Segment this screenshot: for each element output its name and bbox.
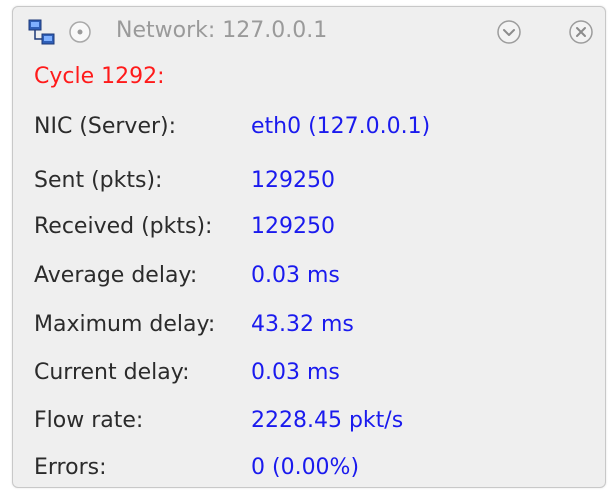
stat-label: Sent (pkts): <box>34 168 163 193</box>
stat-label: NIC (Server): <box>34 114 177 139</box>
stat-row-average-delay: Average delay: 0.03 ms <box>34 263 594 295</box>
stat-label: Flow rate: <box>34 408 144 433</box>
stat-value: eth0 (127.0.0.1) <box>251 114 431 139</box>
close-icon[interactable] <box>568 19 594 45</box>
window-title: Network: 127.0.0.1 <box>116 18 328 43</box>
titlebar: Network: 127.0.0.1 <box>13 7 605 55</box>
stat-row-sent: Sent (pkts): 129250 <box>34 168 594 200</box>
stat-value: 0.03 ms <box>251 263 340 288</box>
stat-value: 0 (0.00%) <box>251 455 360 480</box>
cycle-label: Cycle 1292: <box>34 64 165 89</box>
chevron-down-icon[interactable] <box>496 19 522 45</box>
radio-icon <box>69 21 91 43</box>
stat-label: Received (pkts): <box>34 214 213 239</box>
stat-row-maximum-delay: Maximum delay: 43.32 ms <box>34 312 594 344</box>
stat-value: 129250 <box>251 168 335 193</box>
stat-label: Maximum delay: <box>34 312 216 337</box>
network-panel: Network: 127.0.0.1 Cycle 1292: NIC (Serv… <box>12 6 606 488</box>
stat-row-flow-rate: Flow rate: 2228.45 pkt/s <box>34 408 594 440</box>
stat-value: 43.32 ms <box>251 312 354 337</box>
stat-value: 129250 <box>251 214 335 239</box>
stat-label: Current delay: <box>34 360 190 385</box>
stat-value: 2228.45 pkt/s <box>251 408 404 433</box>
stat-row-nic: NIC (Server): eth0 (127.0.0.1) <box>34 114 594 146</box>
stat-row-current-delay: Current delay: 0.03 ms <box>34 360 594 392</box>
stat-label: Average delay: <box>34 263 198 288</box>
stat-row-received: Received (pkts): 129250 <box>34 214 594 246</box>
network-icon <box>28 19 55 45</box>
stat-label: Errors: <box>34 455 107 480</box>
stat-value: 0.03 ms <box>251 360 340 385</box>
stat-row-errors: Errors: 0 (0.00%) <box>34 455 594 487</box>
